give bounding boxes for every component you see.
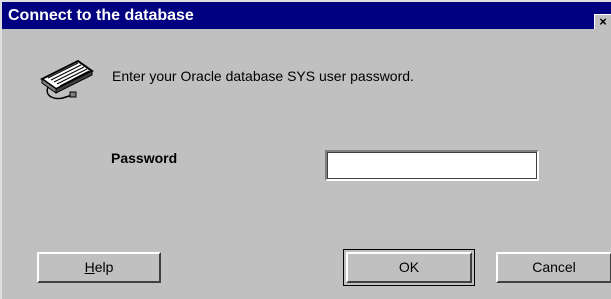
title-bar[interactable]: Connect to the database × <box>2 2 611 29</box>
close-icon: × <box>599 14 607 29</box>
close-button[interactable]: × <box>594 14 611 29</box>
keyboard-icon <box>40 59 94 100</box>
help-accelerator: H <box>84 259 95 275</box>
password-label: Password <box>111 150 178 166</box>
password-field[interactable] <box>325 150 539 181</box>
cancel-button[interactable]: Cancel <box>496 252 611 283</box>
connect-dialog: Connect to the database × Enter your Ora… <box>0 0 611 299</box>
help-button[interactable]: Help <box>37 252 161 283</box>
ok-button[interactable]: OK <box>346 252 472 283</box>
help-label: elp <box>94 259 114 275</box>
instruction-text: Enter your Oracle database SYS user pass… <box>112 68 414 84</box>
window-title: Connect to the database <box>8 7 194 24</box>
